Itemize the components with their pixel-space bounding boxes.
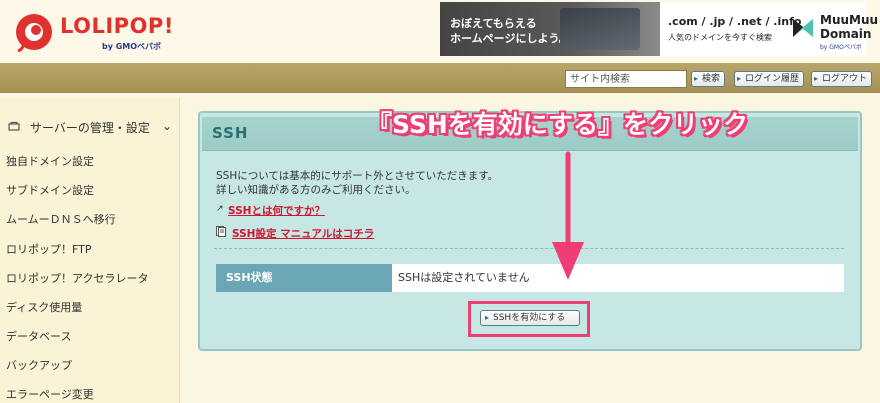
banner-domain: .com / .jp / .net / .info 人気のドメインを今すぐ検索 … (660, 2, 878, 56)
lolipop-logo[interactable]: LOLIPOP! by GMOペパボ (14, 10, 173, 56)
sidebar: サーバーの管理・設定 ⌄ 独自ドメイン設定 サブドメイン設定 ムームーＤＮＳへ移… (0, 98, 180, 403)
sidebar-item-database[interactable]: データベース (6, 328, 71, 344)
site-search-input[interactable] (565, 70, 687, 88)
lolipop-logo-icon (16, 14, 52, 52)
muumuu-brand-line2: Domain (820, 27, 872, 41)
sidebar-item-backup[interactable]: バックアップ (6, 357, 72, 373)
site-header: LOLIPOP! by GMOペパボ おぼえてもらえる ホームページにしよう。 … (0, 0, 880, 63)
banner-left-line1: おぼえてもらえる (450, 17, 537, 30)
banner-left-line2: ホームページにしよう。 (450, 32, 570, 45)
muumuu-logo-icon (793, 19, 813, 37)
laptop-photo (560, 8, 640, 50)
login-history-button[interactable]: ログイン履歴 (734, 71, 805, 87)
banner-homepage: おぼえてもらえる ホームページにしよう。 (440, 2, 660, 56)
sidebar-section-label: サーバーの管理・設定 (30, 121, 150, 135)
chevron-down-icon: ⌄ (162, 119, 173, 133)
sidebar-item-subdomain[interactable]: サブドメイン設定 (6, 182, 94, 198)
logo-sub: by GMOペパボ (102, 42, 162, 51)
ssh-status-label: SSH状態 (216, 264, 392, 292)
ad-banner[interactable]: おぼえてもらえる ホームページにしよう。 .com / .jp / .net /… (440, 2, 878, 56)
banner-domains: .com / .jp / .net / .info (668, 15, 802, 28)
logout-button[interactable]: ログアウト (811, 71, 873, 87)
muumuu-brand-sub: by GMOペパボ (820, 44, 862, 51)
ssh-description-line2: 詳しい知識がある方のみご利用ください。 (216, 184, 416, 196)
server-icon (8, 121, 20, 131)
ssh-panel: SSH SSHについては基本的にサポート外とさせていただきます。 詳しい知識があ… (198, 111, 862, 351)
sidebar-item-accelerator[interactable]: ロリポップ！アクセラレータ (6, 270, 148, 286)
ssh-manual-link[interactable]: SSH設定 マニュアルはコチラ (232, 226, 374, 241)
search-button[interactable]: 検索 (691, 71, 726, 87)
link-arrow-icon: ↗ (216, 204, 224, 214)
top-toolbar: 検索 ログイン履歴 ログアウト (0, 63, 880, 93)
ssh-status-row: SSH状態 SSHは設定されていません (216, 264, 844, 292)
logo-text: LOLIPOP! (60, 14, 174, 38)
annotation-text: 『SSHを有効にする』をクリック (367, 110, 749, 139)
muumuu-brand-line1: MuuMuu (820, 13, 879, 27)
sidebar-item-ftp[interactable]: ロリポップ！FTP (6, 241, 92, 257)
what-is-ssh-link[interactable]: SSHとは何ですか？ (228, 203, 325, 218)
dashed-divider (214, 248, 844, 249)
enable-ssh-button[interactable]: SSHを有効にする (480, 310, 580, 326)
sidebar-item-disk-usage[interactable]: ディスク使用量 (6, 299, 82, 315)
annotation-arrow-icon (552, 151, 584, 280)
sidebar-item-custom-domain[interactable]: 独自ドメイン設定 (6, 153, 94, 169)
manual-document-icon (216, 226, 226, 237)
banner-domain-sub: 人気のドメインを今すぐ検索 (668, 33, 772, 42)
page-title: SSH (212, 124, 249, 142)
ssh-status-value: SSHは設定されていません (392, 264, 844, 292)
sidebar-item-muumuu-dns[interactable]: ムームーＤＮＳへ移行 (6, 211, 116, 227)
sidebar-section-server-settings[interactable]: サーバーの管理・設定 ⌄ (0, 112, 180, 142)
ssh-description-line1: SSHについては基本的にサポート外とさせていただきます。 (216, 170, 499, 182)
sidebar-item-error-page[interactable]: エラーページ変更 (6, 386, 94, 402)
